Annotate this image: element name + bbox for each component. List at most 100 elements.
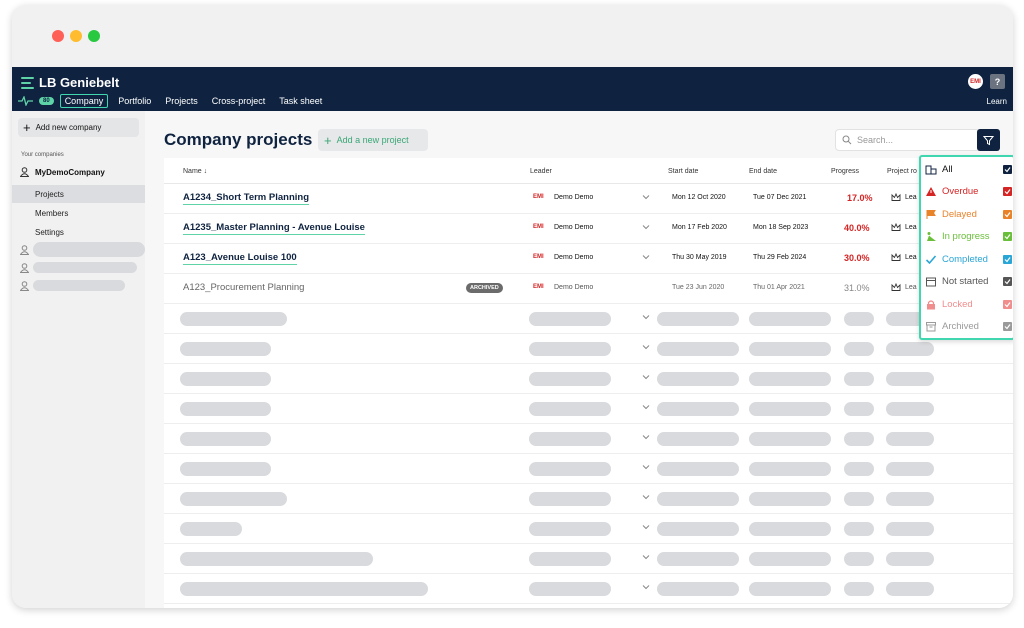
status-filter-dropdown: All Overdue Delayed In progress Completed Not… [919,155,1013,340]
checkbox[interactable] [1003,164,1012,174]
filter-option-in-progress[interactable]: In progress [924,228,1012,246]
activity-icon[interactable] [18,96,33,106]
loading-placeholder [886,492,934,506]
loading-placeholder [844,492,874,506]
loading-placeholder [180,522,242,536]
project-role: Lea [905,284,917,291]
chevron-down-icon[interactable] [642,403,650,411]
checkbox[interactable] [1003,322,1012,331]
loading-placeholder [529,582,611,596]
chevron-down-icon[interactable] [642,193,650,201]
add-project-button[interactable]: + Add a new project [318,129,428,151]
checkbox[interactable] [1003,277,1012,286]
loading-row [164,514,1013,544]
filter-button[interactable] [977,129,1000,151]
filter-option-completed[interactable]: Completed [924,250,1012,268]
loading-placeholder [180,582,428,596]
sidebar-item-members[interactable]: Members [12,204,145,222]
loading-placeholder [886,462,934,476]
loading-row [164,304,1013,334]
search-placeholder: Search... [857,135,894,145]
filter-option-not-started[interactable]: Not started [924,273,1012,291]
leader-company-logo: EMI [533,224,544,230]
crown-icon [891,223,901,231]
chevron-down-icon[interactable] [642,223,650,231]
project-name-link[interactable]: A1235_Master Planning - Avenue Louise [183,222,365,235]
main-content: Company projects + Add a new project Sea… [145,111,1013,608]
nav-portfolio[interactable]: Portfolio [114,95,155,107]
filter-option-label: Completed [942,253,988,265]
nav-company[interactable]: Company [59,94,109,108]
start-date: Mon 12 Oct 2020 [672,194,726,201]
chevron-down-icon[interactable] [642,583,650,591]
column-header-leader[interactable]: Leader [530,168,552,175]
checkbox[interactable] [1003,187,1012,196]
checkbox[interactable] [1003,209,1012,219]
project-role: Lea [905,194,917,201]
filter-option-archived[interactable]: Archived [924,318,1012,336]
chevron-down-icon[interactable] [642,493,650,501]
chevron-down-icon[interactable] [642,253,650,261]
filter-option-label: Overdue [942,186,979,197]
project-name-link[interactable]: A123_Procurement Planning [183,282,304,294]
calendar-icon [924,276,937,287]
loading-placeholder [529,342,611,356]
column-header-start-date[interactable]: Start date [668,168,698,175]
archived-badge: ARCHIVED [466,283,503,293]
crown-icon [891,193,901,201]
column-header-name[interactable]: Name ↓ [183,168,207,175]
chevron-down-icon[interactable] [642,313,650,321]
chevron-down-icon[interactable] [642,523,650,531]
column-header-project-role[interactable]: Project ro [887,168,917,175]
start-date: Mon 17 Feb 2020 [672,224,727,231]
table-row[interactable]: A1235_Master Planning - Avenue Louise EM… [164,214,1013,244]
nav-task-sheet[interactable]: Task sheet [275,95,326,107]
column-header-progress[interactable]: Progress [831,168,859,175]
loading-placeholder [844,522,874,536]
brand-logo[interactable]: LB Geniebelt [21,75,119,90]
app-header: LB Geniebelt 80 Company Portfolio Projec… [12,67,1013,111]
loading-placeholder [657,342,739,356]
check-icon [924,254,937,265]
user-avatar[interactable]: EMI [968,74,983,89]
checkbox[interactable] [1003,254,1012,264]
table-row[interactable]: A123_Avenue Louise 100 EMI Demo Demo Thu… [164,244,1013,274]
chevron-down-icon[interactable] [642,433,650,441]
learn-link[interactable]: Learn [987,97,1007,106]
minimize-window-button[interactable] [70,30,82,42]
company-item[interactable]: MyDemoCompany [20,167,105,177]
filter-option-delayed[interactable]: Delayed [924,205,1012,223]
project-name-link[interactable]: A123_Avenue Louise 100 [183,252,297,265]
checkbox[interactable] [1003,232,1012,241]
chevron-down-icon[interactable] [642,553,650,561]
loading-placeholder [657,372,739,386]
progress-value: 30.0% [844,253,870,263]
chevron-down-icon[interactable] [642,373,650,381]
maximize-window-button[interactable] [88,30,100,42]
help-icon[interactable]: ? [990,74,1005,89]
companies-section-label: Your companies [21,152,64,158]
chevron-down-icon[interactable] [642,343,650,351]
loading-placeholder [657,462,739,476]
nav-cross-project[interactable]: Cross-project [208,95,270,107]
sidebar-item-projects[interactable]: Projects [12,185,145,203]
search-input[interactable]: Search... [835,129,980,151]
filter-option-locked[interactable]: Locked [924,295,1012,313]
column-header-end-date[interactable]: End date [749,168,777,175]
nav-projects[interactable]: Projects [161,95,202,107]
chevron-down-icon[interactable] [642,463,650,471]
close-window-button[interactable] [52,30,64,42]
add-company-button[interactable]: + Add new company [18,118,139,137]
table-row[interactable]: A1234_Short Term Planning EMI Demo Demo … [164,184,1013,214]
filter-option-overdue[interactable]: Overdue [924,183,1012,201]
leader-name: Demo Demo [554,284,594,291]
loading-placeholder [749,402,831,416]
notification-count-badge: 80 [39,97,54,105]
checkbox[interactable] [1003,299,1012,309]
loading-placeholder [529,462,611,476]
table-row[interactable]: A123_Procurement Planning ARCHIVED EMI D… [164,274,1013,304]
project-name-link[interactable]: A1234_Short Term Planning [183,192,309,205]
sidebar-item-settings[interactable]: Settings [12,223,145,241]
filter-option-all[interactable]: All [924,160,1012,178]
person-icon [20,167,29,177]
